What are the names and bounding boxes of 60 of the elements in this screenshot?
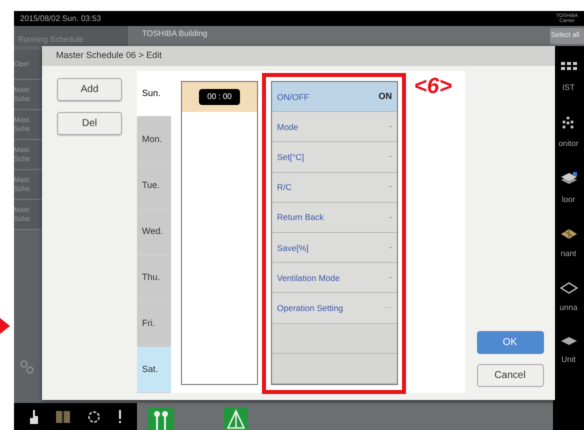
side-menu-label[interactable]: onitor [558,138,578,150]
side-menu-label[interactable]: loor [562,194,576,206]
action-button[interactable]: Del [57,112,122,135]
side-menu-label[interactable]: nant [560,248,576,260]
day-tab[interactable]: Fri. [137,301,171,347]
setting-value: - [389,120,392,134]
setting-label: Set[°C] [277,152,306,162]
dialog-title: Master Schedule 06 > Edit [56,49,162,62]
setting-value: - [389,180,392,194]
setting-value: - [389,240,392,254]
setting-row[interactable]: Set[°C] - [272,142,397,173]
dots-icon [560,116,576,130]
day-tab[interactable]: Tue. [137,163,171,209]
setting-label: R/C [277,182,293,192]
tree-icon[interactable] [224,408,248,430]
layers-icon [560,172,578,186]
setting-value: - [389,271,392,284]
setting-row[interactable]: R/C - [272,172,397,203]
setting-row[interactable]: Ventilation Mode - [272,263,397,294]
setting-label: Save[%] [277,242,310,253]
tiles-icon [560,228,578,240]
setting-row[interactable]: Operation Setting ··· [272,293,397,324]
book-icon[interactable] [56,410,70,424]
setting-row[interactable]: Return Back - [272,202,397,234]
date-time: 2015/08/02 Sun. 03:53 [20,12,101,24]
setting-value: ··· [383,301,392,314]
setting-label: ON/OFF [277,92,310,102]
time-row[interactable]: 00 : 00 [182,82,257,112]
cancel-button[interactable]: Cancel [476,364,544,387]
setting-row[interactable]: Mode - [272,112,397,142]
day-tab[interactable]: Mon. [137,117,171,163]
day-tab[interactable]: Wed. [137,209,171,255]
layer-icon [560,336,578,346]
setting-row[interactable]: ON/OFF ON [272,82,397,112]
day-tab[interactable]: Thu. [137,255,171,301]
setting-label: Mode [277,122,300,132]
setting-row[interactable]: Save[%] - [272,233,397,264]
setting-label: Ventilation Mode [277,272,341,283]
side-menu-label[interactable]: IST [562,82,575,94]
setting-value: - [389,150,392,164]
side-menu-label[interactable]: Unit [561,354,576,366]
ok-button[interactable]: OK [476,331,544,354]
day-tab[interactable]: Sat. [137,347,171,393]
setting-value: ON [378,90,392,103]
action-button[interactable]: Add [57,78,122,101]
pointer-arrow-icon [0,318,10,334]
setting-value: - [389,210,392,224]
fork-icon[interactable] [148,408,174,430]
time-value: 00 : 00 [199,89,240,105]
hand-icon[interactable] [28,410,39,424]
building-name: TOSHIBA Building [141,28,208,40]
callout-label: <6> [414,73,452,99]
outline-icon [560,282,578,294]
setting-label: Operation Setting [277,303,344,314]
setting-label: Return Back [277,212,325,222]
link-icon [20,360,34,374]
gear-icon[interactable] [87,410,102,424]
side-menu-label[interactable]: unna [560,302,578,314]
alert-icon[interactable] [118,410,122,424]
day-tab[interactable]: Sun. [137,71,171,117]
